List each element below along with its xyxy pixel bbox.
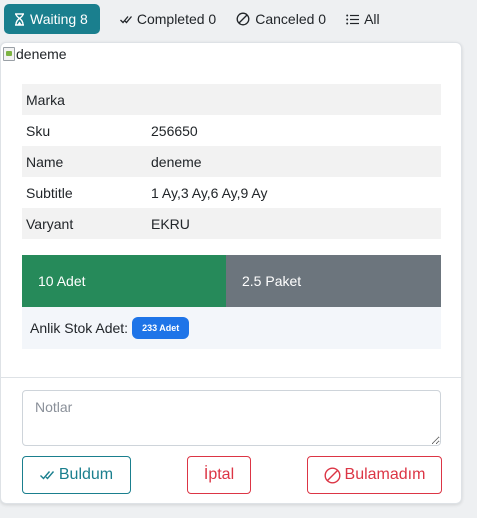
row-marka: Marka — [22, 84, 441, 115]
row-value: 1 Ay,3 Ay,6 Ay,9 Ay — [151, 184, 268, 201]
row-sku: Sku 256650 — [22, 115, 441, 146]
tab-canceled-label: Canceled 0 — [255, 11, 327, 27]
check-double-icon — [39, 470, 55, 480]
tab-completed[interactable]: Completed 0 — [110, 4, 226, 34]
row-value: deneme — [151, 153, 202, 170]
ban-icon — [236, 12, 250, 26]
cancel-button-label: İptal — [203, 466, 235, 483]
row-key: Sku — [26, 122, 51, 139]
found-button[interactable]: Buldum — [22, 456, 131, 494]
row-name: Name deneme — [22, 146, 441, 177]
row-key: Subtitle — [26, 184, 73, 201]
status-tabs: Waiting 8 Completed 0 Canceled 0 All — [4, 4, 390, 34]
hourglass-icon — [14, 12, 25, 26]
tab-waiting-label: Waiting 8 — [30, 11, 88, 27]
row-key: Varyant — [26, 215, 74, 232]
row-varyant: Varyant EKRU — [22, 208, 441, 239]
row-subtitle: Subtitle 1 Ay,3 Ay,6 Ay,9 Ay — [22, 177, 441, 208]
quantity-adet: 10 Adet — [22, 255, 226, 307]
order-item-card: deneme Marka Sku 256650 Name deneme Subt… — [0, 42, 462, 504]
stock-badge: 233 Adet — [132, 317, 190, 339]
tab-all-label: All — [364, 11, 380, 27]
broken-image-icon — [3, 47, 15, 61]
found-button-label: Buldum — [58, 466, 114, 483]
tab-all[interactable]: All — [336, 4, 390, 34]
product-image: deneme — [3, 45, 67, 63]
tab-completed-label: Completed 0 — [136, 11, 217, 27]
stock-label: Anlik Stok Adet: — [30, 320, 129, 336]
ban-icon — [324, 466, 341, 484]
tab-canceled[interactable]: Canceled 0 — [226, 4, 336, 34]
stock-info: Anlik Stok Adet: 233 Adet — [22, 307, 441, 349]
cancel-button[interactable]: İptal — [187, 456, 251, 494]
not-found-button-label: Bulamadım — [344, 466, 426, 483]
product-image-alt: deneme — [16, 46, 67, 62]
tab-waiting[interactable]: Waiting 8 — [4, 4, 100, 34]
notes-field[interactable] — [22, 390, 441, 446]
quantity-paket: 2.5 Paket — [226, 255, 441, 307]
divider — [1, 377, 461, 378]
product-info-table: Marka Sku 256650 Name deneme Subtitle 1 … — [22, 84, 441, 239]
row-key: Name — [26, 153, 64, 170]
not-found-button[interactable]: Bulamadım — [307, 456, 442, 494]
row-value: 256650 — [151, 122, 198, 139]
quantity-bar: 10 Adet 2.5 Paket — [22, 255, 441, 307]
check-double-icon — [119, 15, 132, 24]
row-value: EKRU — [151, 215, 190, 232]
list-icon — [346, 14, 360, 25]
row-key: Marka — [26, 91, 65, 108]
